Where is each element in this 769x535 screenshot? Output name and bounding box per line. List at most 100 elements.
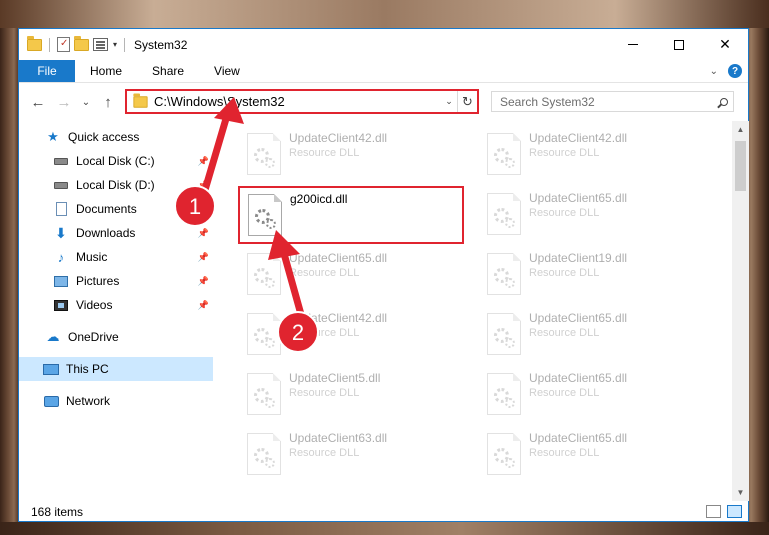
navigation-pane: ★ Quick access Local Disk (C:) 📌 Local D… [19,125,213,500]
sidebar-item-local-disk-c[interactable]: Local Disk (C:) 📌 [19,149,213,173]
pin-icon: 📌 [197,227,209,238]
forward-button[interactable]: → [53,94,75,111]
address-dropdown-icon[interactable]: ⌄ [441,96,457,107]
sidebar-item-music[interactable]: ♪ Music 📌 [19,245,213,269]
sidebar-item-network[interactable]: Network [19,389,213,413]
up-button[interactable]: ↑ [97,94,119,111]
network-icon [43,394,59,408]
recent-locations-button[interactable]: ⌄ [75,97,97,108]
file-item[interactable]: UpdateClient65.dll Resource DLL [479,367,704,425]
file-type: Resource DLL [289,147,360,159]
sidebar-item-videos[interactable]: Videos 📌 [19,293,213,317]
music-icon: ♪ [57,249,65,265]
dll-file-icon [247,373,281,415]
search-input[interactable]: Search System32 [500,95,715,109]
dll-file-icon [247,253,281,295]
sidebar-item-this-pc[interactable]: This PC [19,357,213,381]
sidebar-item-label: This PC [66,362,109,376]
file-name: UpdateClient65.dll [529,311,628,325]
maximize-button[interactable] [656,29,702,60]
sidebar-item-label: Videos [76,298,113,312]
customize-icon[interactable] [93,38,108,51]
file-item[interactable]: UpdateClient42.dll Resource DLL [239,307,464,365]
large-icons-view-icon[interactable] [727,505,742,518]
file-type: Resource DLL [289,267,360,279]
file-item-g200icd[interactable]: g200icd.dll [240,188,465,246]
address-path[interactable]: C:\Windows\System32 [154,94,441,109]
help-icon[interactable]: ? [728,64,742,78]
window-title: System32 [134,37,188,52]
highlighted-file-item[interactable]: g200icd.dll [238,186,464,244]
onedrive-icon: ☁ [46,329,60,344]
dll-file-icon [487,373,521,415]
refresh-button[interactable]: ↻ [457,91,477,112]
sidebar-item-documents[interactable]: Documents 📌 [19,197,213,221]
tab-view[interactable]: View [199,60,255,82]
ribbon-tabs: File Home Share View ⌄ ? [19,60,748,83]
vertical-scrollbar[interactable]: ▲ ▼ [732,121,749,501]
details-view-icon[interactable] [706,505,721,518]
sidebar-item-label: OneDrive [68,330,119,344]
videos-icon [53,298,69,312]
pin-icon: 📌 [197,203,209,214]
sidebar-item-label: Music [76,250,108,264]
sidebar-item-label: Network [66,394,111,408]
file-name: UpdateClient65.dll [289,251,388,265]
pin-icon: 📌 [197,299,209,310]
file-type: Resource DLL [289,447,360,459]
desktop-background-bottom [0,522,769,535]
file-name: UpdateClient65.dll [529,371,628,385]
view-switcher [706,505,742,518]
address-bar[interactable]: C:\Windows\System32 ⌄ ↻ [125,89,479,114]
star-icon: ★ [47,129,59,144]
file-item[interactable]: UpdateClient65.dll Resource DLL [479,427,704,485]
new-folder-icon[interactable] [74,35,89,51]
file-item[interactable]: UpdateClient65.dll Resource DLL [239,247,464,305]
sidebar-item-local-disk-d[interactable]: Local Disk (D:) 📌 [19,173,213,197]
search-box[interactable]: Search System32 [491,91,734,112]
divider [49,37,50,52]
sidebar-item-onedrive[interactable]: ☁ OneDrive [19,325,213,349]
dll-file-icon [487,193,521,235]
pictures-icon [53,274,69,288]
tab-file[interactable]: File [19,60,75,82]
file-item[interactable]: UpdateClient65.dll Resource DLL [479,307,704,365]
pin-icon: 📌 [197,179,209,190]
file-name: UpdateClient65.dll [529,191,628,205]
tab-home[interactable]: Home [75,60,137,82]
dropdown-caret-icon[interactable]: ▾ [113,40,117,49]
properties-icon[interactable] [57,37,70,52]
file-list: UpdateClient42.dll Resource DLL UpdateCli… [231,121,731,501]
file-item[interactable]: UpdateClient42.dll Resource DLL [479,127,704,185]
drive-icon [53,178,69,192]
sidebar-item-label: Local Disk (D:) [76,178,155,192]
scroll-down-icon[interactable]: ▼ [732,484,749,501]
minimize-button[interactable] [610,29,656,60]
file-item[interactable]: UpdateClient65.dll Resource DLL [479,187,704,245]
tab-share[interactable]: Share [137,60,199,82]
search-icon[interactable] [715,97,733,106]
desktop-background-top [0,0,769,28]
pin-icon: 📌 [197,155,209,166]
back-button[interactable]: ← [27,94,49,111]
scrollbar-thumb[interactable] [735,141,746,191]
close-button[interactable]: ✕ [702,29,748,60]
file-type: Resource DLL [529,327,600,339]
sidebar-item-label: Quick access [68,130,140,144]
item-count: 168 items [31,504,84,519]
dll-file-icon [487,313,521,355]
file-item[interactable]: UpdateClient63.dll Resource DLL [239,427,464,485]
sidebar-item-pictures[interactable]: Pictures 📌 [19,269,213,293]
expand-ribbon-icon[interactable]: ⌄ [710,66,718,77]
file-item[interactable]: UpdateClient42.dll Resource DLL [239,127,464,185]
file-name: UpdateClient19.dll [529,251,628,265]
scroll-up-icon[interactable]: ▲ [732,121,749,138]
status-bar: 168 items [19,501,748,522]
sidebar-item-downloads[interactable]: ⬇ Downloads 📌 [19,221,213,245]
file-item[interactable]: UpdateClient5.dll Resource DLL [239,367,464,425]
minimize-icon [628,44,638,45]
file-item[interactable]: UpdateClient19.dll Resource DLL [479,247,704,305]
sidebar-item-quick-access[interactable]: ★ Quick access [19,125,213,149]
documents-icon [53,202,69,216]
window-controls: ✕ [610,29,748,60]
